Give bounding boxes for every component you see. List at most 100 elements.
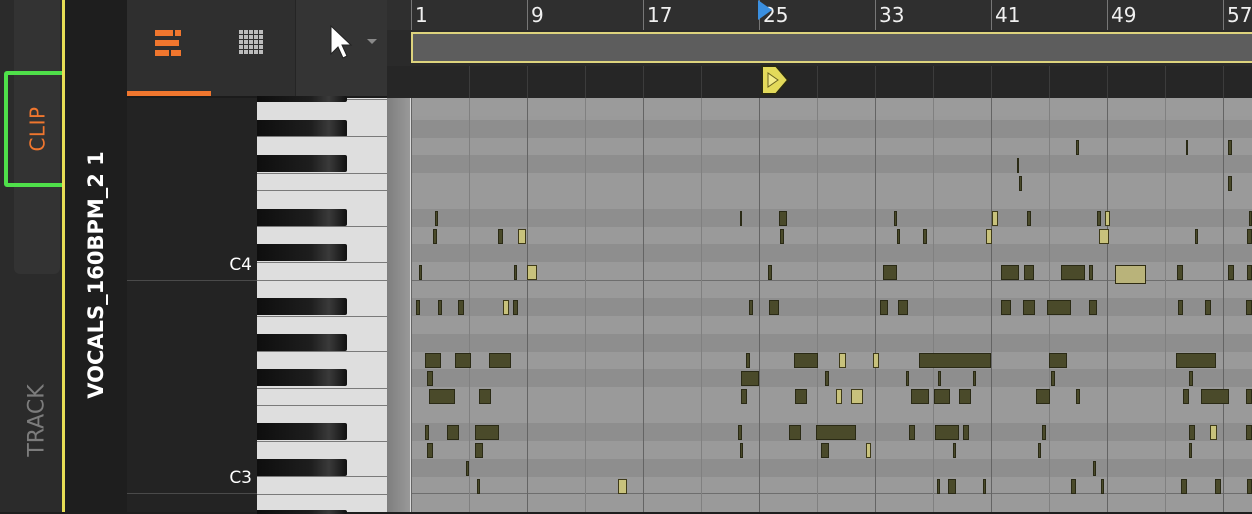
- clip-name[interactable]: VOCALS_160BPM_2 1: [65, 100, 127, 450]
- black-key[interactable]: [257, 459, 347, 476]
- note[interactable]: [1195, 229, 1198, 244]
- note[interactable]: [518, 229, 526, 244]
- note[interactable]: [1051, 371, 1055, 386]
- note[interactable]: [795, 389, 807, 404]
- note[interactable]: [1036, 389, 1050, 404]
- note[interactable]: [425, 353, 441, 368]
- grid-view-button[interactable]: [211, 0, 293, 96]
- note[interactable]: [1246, 300, 1252, 315]
- note[interactable]: [880, 300, 888, 315]
- note[interactable]: [789, 425, 801, 440]
- note[interactable]: [1076, 140, 1079, 155]
- tab-track[interactable]: TRACK: [12, 360, 62, 480]
- note[interactable]: [427, 371, 433, 386]
- note[interactable]: [937, 479, 940, 494]
- note[interactable]: [1189, 443, 1192, 458]
- note[interactable]: [821, 443, 829, 458]
- note[interactable]: [1176, 353, 1216, 368]
- note[interactable]: [435, 211, 438, 226]
- note[interactable]: [938, 371, 941, 386]
- note[interactable]: [959, 389, 971, 404]
- note[interactable]: [825, 371, 829, 386]
- note[interactable]: [1017, 158, 1019, 173]
- note[interactable]: [1247, 265, 1252, 280]
- note[interactable]: [1177, 265, 1183, 280]
- note[interactable]: [1189, 371, 1193, 386]
- note[interactable]: [498, 229, 503, 244]
- note[interactable]: [779, 211, 787, 226]
- note[interactable]: [963, 425, 969, 440]
- note[interactable]: [1076, 389, 1080, 404]
- note[interactable]: [948, 479, 956, 494]
- note[interactable]: [1228, 176, 1232, 191]
- note[interactable]: [477, 479, 480, 494]
- black-key[interactable]: [257, 334, 347, 351]
- note[interactable]: [1205, 300, 1211, 315]
- note[interactable]: [836, 389, 842, 404]
- note[interactable]: [906, 371, 909, 386]
- note[interactable]: [1178, 300, 1183, 315]
- note[interactable]: [1105, 211, 1110, 226]
- note[interactable]: [1186, 140, 1188, 155]
- note[interactable]: [1047, 300, 1071, 315]
- note[interactable]: [1228, 265, 1234, 280]
- note[interactable]: [873, 353, 879, 368]
- note[interactable]: [438, 300, 442, 315]
- note[interactable]: [433, 229, 437, 244]
- note[interactable]: [1001, 300, 1011, 315]
- note[interactable]: [1027, 211, 1031, 226]
- note[interactable]: [1246, 389, 1252, 404]
- note[interactable]: [1019, 176, 1022, 191]
- note[interactable]: [1038, 443, 1041, 458]
- note[interactable]: [1246, 425, 1252, 440]
- note[interactable]: [816, 425, 856, 440]
- note[interactable]: [447, 425, 459, 440]
- tool-select-button[interactable]: [295, 0, 387, 96]
- note[interactable]: [740, 443, 743, 458]
- piano-roll-view-button[interactable]: [127, 0, 211, 96]
- note[interactable]: [894, 211, 897, 226]
- note[interactable]: [1215, 479, 1221, 494]
- note[interactable]: [416, 300, 420, 315]
- note[interactable]: [458, 300, 464, 315]
- cue-marker-row[interactable]: [387, 66, 1252, 98]
- note[interactable]: [738, 425, 742, 440]
- note[interactable]: [923, 229, 927, 244]
- note[interactable]: [425, 425, 429, 440]
- note[interactable]: [866, 443, 871, 458]
- black-key[interactable]: [257, 423, 347, 440]
- note[interactable]: [618, 479, 627, 494]
- note[interactable]: [429, 389, 455, 404]
- note[interactable]: [1093, 461, 1096, 476]
- note[interactable]: [1061, 265, 1085, 280]
- note[interactable]: [1042, 425, 1046, 440]
- timeline-ruler[interactable]: 1 9 17 25 33 41 49 57: [387, 0, 1252, 30]
- note[interactable]: [935, 425, 959, 440]
- note[interactable]: [475, 443, 483, 458]
- note[interactable]: [1024, 265, 1034, 280]
- note[interactable]: [475, 425, 499, 440]
- note[interactable]: [479, 389, 491, 404]
- note[interactable]: [883, 265, 897, 280]
- note[interactable]: [851, 389, 863, 404]
- note[interactable]: [1189, 425, 1195, 440]
- note[interactable]: [794, 353, 818, 368]
- note[interactable]: [973, 371, 976, 386]
- note[interactable]: [1210, 425, 1217, 440]
- note[interactable]: [898, 300, 908, 315]
- piano-keyboard[interactable]: [257, 96, 387, 514]
- note[interactable]: [1089, 300, 1097, 315]
- note[interactable]: [934, 389, 950, 404]
- playhead-marker[interactable]: [757, 0, 773, 22]
- note[interactable]: [514, 265, 517, 280]
- note[interactable]: [527, 265, 537, 280]
- note[interactable]: [911, 389, 929, 404]
- note[interactable]: [1228, 140, 1232, 155]
- black-key[interactable]: [257, 369, 347, 386]
- black-key[interactable]: [257, 244, 347, 261]
- note[interactable]: [1181, 479, 1187, 494]
- note[interactable]: [768, 265, 772, 280]
- note[interactable]: [1183, 389, 1189, 404]
- note[interactable]: [1201, 389, 1229, 404]
- note[interactable]: [1115, 265, 1146, 284]
